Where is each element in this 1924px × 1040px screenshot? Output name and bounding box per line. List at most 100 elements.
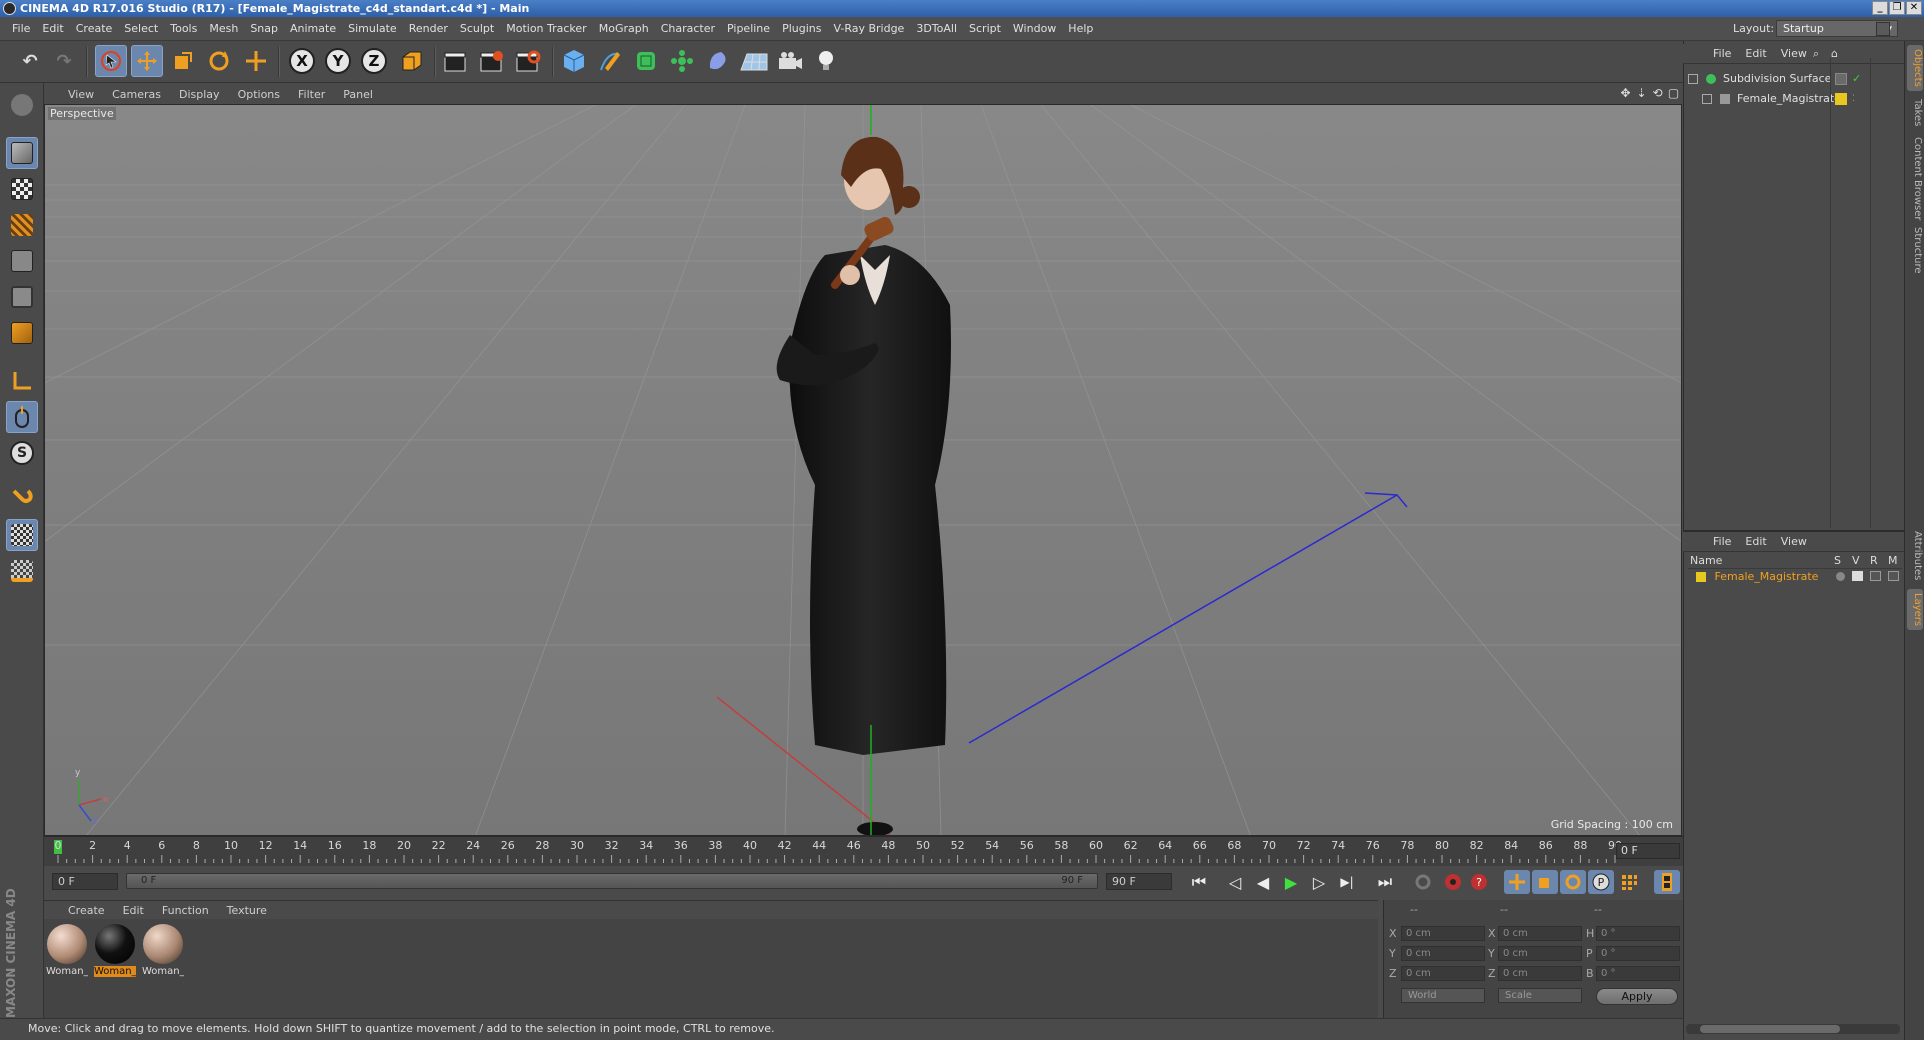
menu-snap[interactable]: Snap [244, 22, 284, 35]
object-menu-edit[interactable]: Edit [1745, 47, 1766, 60]
layer-color-icon[interactable] [1835, 93, 1847, 105]
add-pen-spline-button[interactable] [594, 45, 626, 77]
tab-takes[interactable]: Takes [1907, 95, 1923, 130]
previous-frame-button[interactable]: ◀ [1250, 870, 1276, 894]
render-picture-viewer-button[interactable] [476, 45, 508, 77]
menu-simulate[interactable]: Simulate [342, 22, 403, 35]
menu-file[interactable]: File [6, 22, 36, 35]
make-editable-button[interactable] [6, 89, 38, 121]
timeline-range-slider[interactable]: 0 F 90 F [126, 873, 1098, 889]
viewport-menu-display[interactable]: Display [179, 88, 220, 101]
workplane-mode-button[interactable] [6, 209, 38, 241]
layer-render-icon[interactable] [1870, 571, 1881, 581]
previous-key-button[interactable]: ◁ [1222, 870, 1248, 894]
lock-workplane-button[interactable] [6, 519, 38, 551]
move-tool-button[interactable] [131, 45, 163, 77]
material-menu-edit[interactable]: Edit [123, 904, 144, 917]
timeline-window-button[interactable] [1654, 870, 1680, 894]
magnet-button[interactable] [6, 481, 38, 513]
viewport-menu-view[interactable]: View [68, 88, 94, 101]
add-cube-button[interactable] [558, 45, 590, 77]
object-menu-view[interactable]: View [1781, 47, 1807, 60]
material-menu-create[interactable]: Create [68, 904, 105, 917]
rot-p-field[interactable]: 0 ° [1596, 946, 1680, 961]
play-button[interactable]: ▶ [1278, 870, 1304, 894]
pos-z-field[interactable]: 0 cm [1401, 966, 1485, 981]
key-scale-button[interactable] [1532, 870, 1558, 894]
viewport-move-icon[interactable]: ✥ [1619, 87, 1632, 100]
menu-motion-tracker[interactable]: Motion Tracker [500, 22, 592, 35]
viewport-rotate-icon[interactable]: ⟲ [1651, 87, 1664, 100]
menu-script[interactable]: Script [963, 22, 1007, 35]
tab-structure[interactable]: Structure [1907, 223, 1923, 278]
material-swatch[interactable]: Woman_ [142, 924, 184, 984]
tab-attributes[interactable]: Attributes [1907, 527, 1923, 584]
object-menu-file[interactable]: File [1713, 47, 1731, 60]
add-camera-button[interactable] [774, 45, 806, 77]
go-to-start-button[interactable]: ⏮ [1186, 870, 1212, 894]
loop-icon[interactable] [1410, 870, 1436, 894]
coordinate-system-button[interactable] [396, 45, 428, 77]
points-mode-button[interactable] [6, 245, 38, 277]
expand-toggle-icon[interactable] [1688, 74, 1698, 84]
viewport-menu-cameras[interactable]: Cameras [112, 88, 161, 101]
expand-toggle-icon[interactable] [1702, 94, 1712, 104]
planar-workplane-button[interactable] [6, 555, 38, 587]
viewport-menu-filter[interactable]: Filter [298, 88, 325, 101]
model-mode-button[interactable] [6, 137, 38, 169]
minimize-button[interactable]: _ [1872, 1, 1888, 15]
layer-solo-icon[interactable] [1836, 572, 1845, 581]
add-floor-button[interactable] [738, 45, 770, 77]
enabled-check-icon[interactable]: ✓ [1852, 73, 1864, 85]
menu-mograph[interactable]: MoGraph [593, 22, 655, 35]
add-mograph-cloner-button[interactable] [666, 45, 698, 77]
live-selection-button[interactable] [240, 45, 272, 77]
size-z-field[interactable]: 0 cm [1498, 966, 1582, 981]
material-swatch-selected[interactable]: Woman_ [94, 924, 136, 984]
autokey-button[interactable]: ? [1466, 870, 1492, 894]
next-frame-button[interactable]: ▷ [1306, 870, 1332, 894]
add-light-button[interactable] [810, 45, 842, 77]
perspective-viewport[interactable]: y x z Perspective Grid Spacing : 100 cm [44, 104, 1682, 836]
menu-vray-bridge[interactable]: V-Ray Bridge [827, 22, 910, 35]
timeline-end-field[interactable]: 90 F [1106, 873, 1172, 890]
render-view-button[interactable] [440, 45, 472, 77]
material-menu-texture[interactable]: Texture [227, 904, 267, 917]
close-button[interactable]: ✕ [1906, 1, 1922, 15]
menu-tools[interactable]: Tools [164, 22, 203, 35]
maximize-button[interactable]: ❐ [1889, 1, 1905, 15]
home-icon[interactable]: ⌂ [1831, 47, 1838, 60]
menu-window[interactable]: Window [1007, 22, 1062, 35]
key-parameter-button[interactable]: P [1588, 870, 1614, 894]
object-row-subdivision-surface[interactable]: Subdivision Surface [1688, 70, 1831, 88]
key-pla-button[interactable] [1616, 870, 1642, 894]
coordinate-space-dropdown[interactable]: World [1401, 988, 1485, 1003]
layer-tag-icon[interactable] [1835, 73, 1847, 85]
layer-row-female-magistrate[interactable]: Female_Magistrate [1696, 568, 1818, 586]
layout-minimize-icon[interactable] [1876, 22, 1890, 36]
material-menu-function[interactable]: Function [162, 904, 209, 917]
viewport-zoom-icon[interactable]: ⇣ [1635, 87, 1648, 100]
visibility-dots-icon[interactable]: ⁚ [1852, 93, 1864, 105]
search-icon[interactable]: ⌕ [1813, 47, 1819, 61]
rotate-tool-button[interactable] [203, 45, 235, 77]
polygons-mode-button[interactable] [6, 317, 38, 349]
tweak-mode-button[interactable] [6, 401, 38, 433]
layer-menu-view[interactable]: View [1781, 535, 1807, 548]
menu-mesh[interactable]: Mesh [203, 22, 244, 35]
size-mode-dropdown[interactable]: Scale [1498, 988, 1582, 1003]
go-to-end-button[interactable]: ⏭ [1372, 870, 1398, 894]
scrollbar-thumb[interactable] [1700, 1025, 1840, 1033]
layer-view-eye-icon[interactable] [1852, 571, 1863, 581]
add-deformer-button[interactable] [702, 45, 734, 77]
pos-x-field[interactable]: 0 cm [1401, 926, 1485, 941]
viewport-maximize-icon[interactable]: ▢ [1667, 87, 1680, 100]
select-tool-button[interactable] [95, 45, 127, 77]
current-frame-field[interactable]: 0 F [1616, 843, 1680, 859]
key-position-button[interactable] [1504, 870, 1530, 894]
menu-render[interactable]: Render [403, 22, 454, 35]
menu-select[interactable]: Select [118, 22, 164, 35]
menu-character[interactable]: Character [655, 22, 721, 35]
layer-menu-edit[interactable]: Edit [1745, 535, 1766, 548]
add-subdivision-button[interactable] [630, 45, 662, 77]
